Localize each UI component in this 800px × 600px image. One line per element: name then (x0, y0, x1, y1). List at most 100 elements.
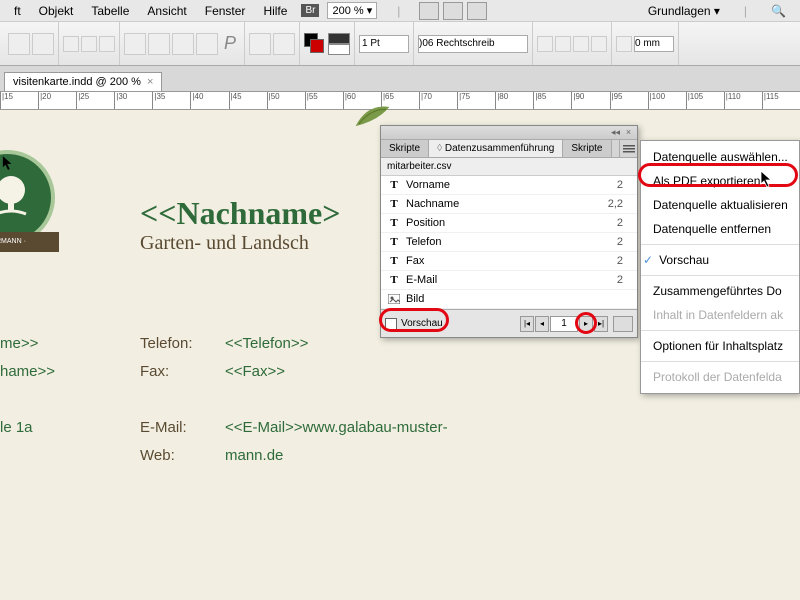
menu-bar: ft Objekt Tabelle Ansicht Fenster Hilfe … (0, 0, 800, 22)
prev-record-button[interactable]: ◂ (535, 316, 549, 332)
flyout-item[interactable]: Zusammengeführtes Do (641, 279, 799, 303)
field-name: E-Mail (406, 274, 617, 286)
align-icon[interactable] (63, 36, 79, 52)
data-source-label: mitarbeiter.csv (381, 158, 637, 176)
frame-icon[interactable] (8, 33, 30, 55)
menu-item[interactable]: ft (5, 4, 30, 18)
logo-banner: TERMANN · (0, 232, 59, 252)
menu-item[interactable]: Hilfe (254, 4, 296, 18)
card-name-field: <<Nachname> (140, 195, 340, 232)
flyout-item[interactable]: Optionen für Inhaltsplatz (641, 334, 799, 358)
indent-icon[interactable] (616, 36, 632, 52)
field-value: 2 (617, 217, 623, 229)
image-field-icon (387, 294, 401, 304)
collapse-icon[interactable]: ◂◂ (610, 127, 621, 138)
workspace-select[interactable]: Grundlagen ▾ (639, 4, 729, 18)
panel-tabs: Skripte ◊ Datenzusammenführung Skripte (381, 140, 637, 158)
menu-item[interactable]: Ansicht (138, 4, 195, 18)
flyout-item: Inhalt in Datenfeldern ak (641, 303, 799, 327)
text-field-icon: T (387, 256, 401, 266)
tool-icon[interactable] (148, 33, 170, 55)
text-field-icon: T (387, 275, 401, 285)
document-tab-bar: visitenkarte.indd @ 200 % × (0, 66, 800, 92)
fill-stroke-swatch[interactable] (304, 33, 326, 55)
field-value: 2 (617, 274, 623, 286)
field-row[interactable]: T Telefon2 (381, 233, 637, 252)
highlight-preview (379, 308, 449, 332)
document-tab-title: visitenkarte.indd @ 200 % (13, 76, 141, 88)
field-name: Telefon (406, 236, 617, 248)
flyout-item[interactable]: Vorschau (641, 248, 799, 272)
panel-header[interactable]: ◂◂ × (381, 126, 637, 140)
document-tab[interactable]: visitenkarte.indd @ 200 % × (4, 72, 162, 91)
effects-icon[interactable] (273, 33, 295, 55)
tool-icon[interactable] (172, 33, 194, 55)
effects-icon[interactable] (249, 33, 271, 55)
panel-footer: Vorschau |◂ ◂ ▸ ▸| (381, 309, 637, 337)
data-merge-panel: ◂◂ × Skripte ◊ Datenzusammenführung Skri… (380, 125, 638, 338)
flyout-item[interactable]: Datenquelle entfernen (641, 217, 799, 241)
paragraph-icon: P (220, 33, 240, 54)
indent-input[interactable] (634, 36, 674, 52)
field-name: Vorname (406, 179, 617, 191)
align-icon[interactable] (99, 36, 115, 52)
panel-menu-button[interactable] (619, 140, 637, 157)
para-align-icon[interactable] (537, 36, 553, 52)
control-toolbar: P (0, 22, 800, 66)
close-tab-icon[interactable]: × (147, 76, 153, 88)
para-align-icon[interactable] (573, 36, 589, 52)
card-subtitle: Garten- und Landsch (140, 232, 309, 255)
frame-icon[interactable] (32, 33, 54, 55)
field-value: 2 (617, 179, 623, 191)
field-value: 2,2 (608, 198, 623, 210)
field-row[interactable]: T E-Mail2 (381, 271, 637, 290)
text-field-icon: T (387, 199, 401, 209)
field-name: Fax (406, 255, 617, 267)
para-align-icon[interactable] (591, 36, 607, 52)
menu-item[interactable]: Objekt (30, 4, 83, 18)
text-field-icon: T (387, 237, 401, 247)
record-number-input[interactable] (550, 316, 578, 332)
field-row[interactable]: T Vorname2 (381, 176, 637, 195)
field-row[interactable]: Bild (381, 290, 637, 309)
menu-item[interactable]: Fenster (196, 4, 255, 18)
stroke-style[interactable] (328, 33, 350, 55)
tool-icon[interactable] (196, 33, 218, 55)
zoom-select[interactable]: 200 % ▾ (327, 2, 377, 19)
field-name: Nachname (406, 198, 608, 210)
view-mode-icon[interactable] (419, 2, 439, 20)
stroke-weight-input[interactable] (359, 35, 409, 53)
field-row[interactable]: T Fax2 (381, 252, 637, 271)
tab-data-merge[interactable]: ◊ Datenzusammenführung (429, 140, 563, 157)
first-record-button[interactable]: |◂ (520, 316, 534, 332)
flyout-item[interactable]: Datenquelle aktualisieren (641, 193, 799, 217)
card-values: <<Telefon>><<Fax>> <<E-Mail>>www.galabau… (225, 330, 448, 470)
menu-item[interactable]: Tabelle (82, 4, 138, 18)
field-name: Position (406, 217, 617, 229)
text-field-icon: T (387, 180, 401, 190)
para-align-icon[interactable] (555, 36, 571, 52)
field-value: 2 (617, 236, 623, 248)
arrange-icon[interactable] (467, 2, 487, 20)
card-left-fields: me>>hame>> le 1a (0, 330, 55, 442)
tool-icon[interactable] (124, 33, 146, 55)
screen-mode-icon[interactable] (443, 2, 463, 20)
field-list: TVorname2TNachname2,2TPosition2TTelefon2… (381, 176, 637, 309)
next-record-button[interactable]: ▸ (579, 316, 593, 332)
close-panel-icon[interactable]: × (623, 127, 634, 138)
language-select[interactable] (418, 35, 528, 53)
align-icon[interactable] (81, 36, 97, 52)
field-row[interactable]: T Position2 (381, 214, 637, 233)
field-name: Bild (406, 293, 623, 305)
tab-skripte-2[interactable]: Skripte (563, 140, 611, 157)
flyout-item: Protokoll der Datenfelda (641, 365, 799, 389)
highlight-next (575, 312, 597, 334)
highlight-export-pdf (638, 163, 798, 187)
field-value: 2 (617, 255, 623, 267)
bridge-button[interactable]: Br (301, 4, 319, 17)
tab-skripte[interactable]: Skripte (381, 140, 429, 157)
merge-button[interactable] (613, 316, 633, 332)
search-icon[interactable]: 🔍 (762, 4, 795, 18)
text-field-icon: T (387, 218, 401, 228)
field-row[interactable]: T Nachname2,2 (381, 195, 637, 214)
